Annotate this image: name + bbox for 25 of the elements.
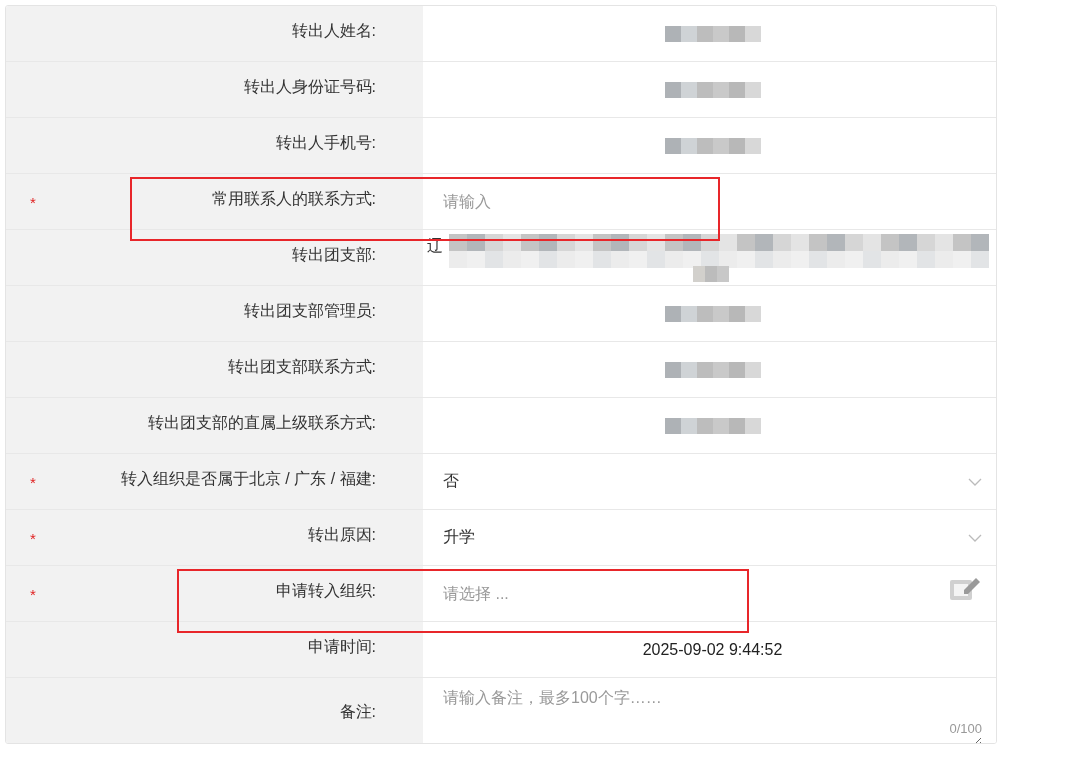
field-label: 转入组织是否属于北京 / 广东 / 福建: [120,469,376,489]
time-value: 2025-09-02 9:44:52 [642,640,783,659]
field-label: 申请时间: [307,637,376,657]
field-label: 转出团支部的直属上级联系方式: [147,413,376,433]
field-label: 申请转入组织: [275,581,376,601]
field-label: 备注: [339,701,376,722]
required-mark: * [30,194,36,211]
field-label: 转出原因: [307,525,376,545]
organization-picker[interactable]: 请选择 ... [443,578,948,609]
field-label: 常用联系人的联系方式: [211,189,376,209]
select-value[interactable]: 否 [443,471,459,492]
contact-input[interactable]: 请输入 [443,186,982,217]
field-label: 转出人手机号: [275,133,376,153]
field-label: 转出团支部管理员: [243,301,376,321]
select-value[interactable]: 升学 [443,527,475,548]
required-mark: * [30,474,36,491]
field-label: 转出团支部: [291,245,376,265]
required-mark: * [30,586,36,603]
chevron-down-icon[interactable] [968,533,982,542]
field-label: 转出人身份证号码: [243,77,376,97]
required-mark: * [30,530,36,547]
field-label: 转出人姓名: [291,21,376,41]
char-counter: 0/100 [949,721,982,736]
field-label: 转出团支部联系方式: [227,357,376,377]
chevron-down-icon[interactable] [968,477,982,486]
